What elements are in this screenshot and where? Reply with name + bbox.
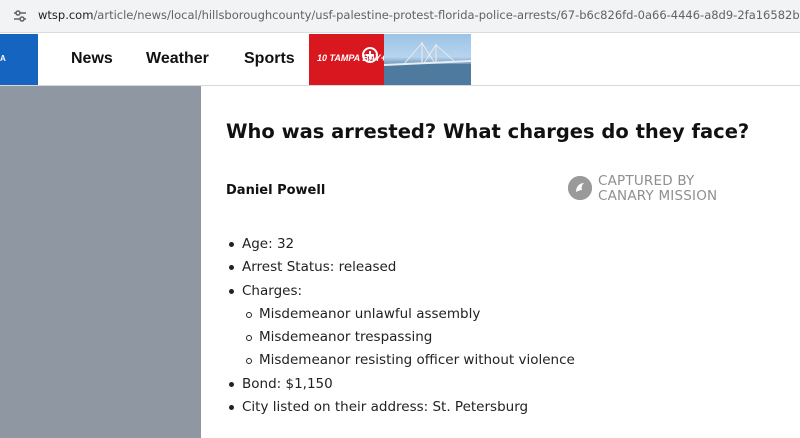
age-text: Age: 32 xyxy=(242,236,295,252)
bullet-icon xyxy=(229,288,234,294)
nav-item-weather[interactable]: Weather xyxy=(146,50,209,68)
list-item-city: City listed on their address: St. Peters… xyxy=(226,396,575,419)
nav-item-sports[interactable]: Sports xyxy=(244,50,295,68)
list-item-charges: Charges: xyxy=(226,280,575,303)
bullet-icon xyxy=(229,405,234,411)
section-heading: Who was arrested? What charges do they f… xyxy=(226,120,750,143)
charge-text: Misdemeanor unlawful assembly xyxy=(259,305,481,322)
bond-text: Bond: $1,150 xyxy=(242,375,333,392)
brand-logo[interactable]: A xyxy=(0,34,38,85)
address-bar[interactable]: wtsp.com/article/news/local/hillsborough… xyxy=(0,0,800,33)
canary-mission-watermark: CAPTURED BY CANARY MISSION xyxy=(568,172,738,206)
city-text: City listed on their address: St. Peters… xyxy=(242,399,529,416)
brand-logo-text: A xyxy=(0,54,6,63)
url-text[interactable]: wtsp.com/article/news/local/hillsborough… xyxy=(38,8,800,22)
url-host: wtsp.com xyxy=(38,8,94,22)
list-item-charge: Misdemeanor unlawful assembly xyxy=(226,303,575,326)
canary-bird-icon xyxy=(568,176,592,200)
watermark-line-2: CANARY MISSION xyxy=(598,188,718,204)
circle-bullet-icon xyxy=(246,358,252,365)
bridge-promo-image[interactable] xyxy=(384,34,471,85)
bullet-icon xyxy=(229,265,234,271)
list-item-charge: Misdemeanor resisting officer without vi… xyxy=(226,349,575,372)
charge-text: Misdemeanor resisting officer without vi… xyxy=(259,352,575,369)
list-item-arrest-status: Arrest Status: released xyxy=(226,256,575,279)
left-sidebar xyxy=(0,86,201,438)
list-item-age: Age: 32 xyxy=(226,233,575,256)
bullet-icon xyxy=(229,381,234,387)
url-path: /article/news/local/hillsboroughcounty/u… xyxy=(93,8,800,22)
article-body: Who was arrested? What charges do they f… xyxy=(201,86,800,438)
bullet-icon xyxy=(229,242,234,247)
tune-icon[interactable] xyxy=(12,8,28,24)
list-item-charge: Misdemeanor trespassing xyxy=(226,326,575,349)
watermark-line-1: CAPTURED BY xyxy=(598,173,695,189)
plus-icon xyxy=(362,47,378,63)
nav-item-news[interactable]: News xyxy=(71,50,113,68)
arrest-status-text: Arrest Status: released xyxy=(242,259,397,276)
person-name: Daniel Powell xyxy=(226,183,326,198)
circle-bullet-icon xyxy=(246,335,252,342)
circle-bullet-icon xyxy=(246,311,252,318)
site-nav: A News Weather Sports 10 TAMPA BAY+ xyxy=(0,33,800,86)
charge-text: Misdemeanor trespassing xyxy=(259,329,433,346)
charges-label: Charges: xyxy=(242,282,303,299)
bridge-icon xyxy=(384,42,471,85)
arrest-details-list: Age: 32 Arrest Status: released Charges:… xyxy=(226,233,575,419)
tampa-bay-plus-logo[interactable]: 10 TAMPA BAY+ xyxy=(309,34,386,85)
list-item-bond: Bond: $1,150 xyxy=(226,373,575,396)
